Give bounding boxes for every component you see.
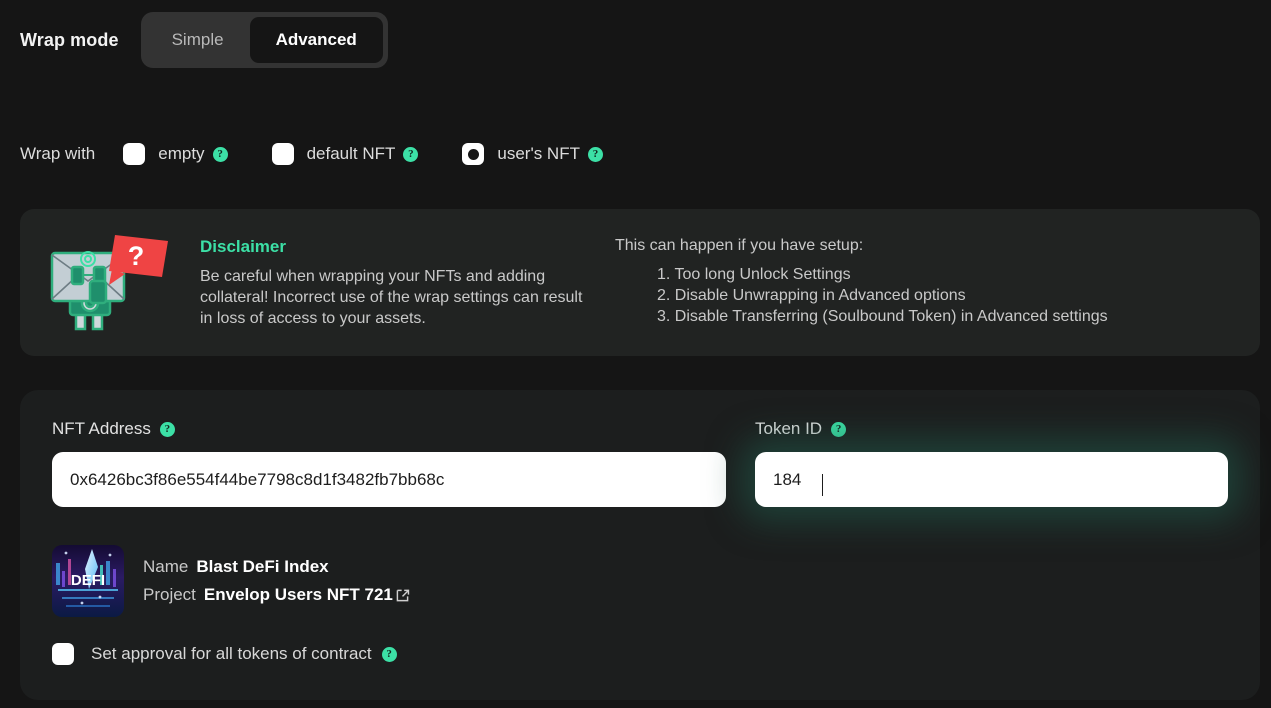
nft-thumb-caption: DEFI bbox=[71, 572, 105, 589]
wrap-with-radio-default-nft[interactable] bbox=[271, 143, 294, 165]
wrap-with-radio-users-nft[interactable] bbox=[462, 143, 485, 165]
nft-address-label: NFT Address bbox=[52, 419, 151, 438]
disclaimer-setup-list: 1. Too long Unlock Settings 2. Disable U… bbox=[615, 264, 1260, 327]
text-cursor bbox=[822, 474, 823, 496]
disclaimer-setup-intro: This can happen if you have setup: bbox=[615, 237, 864, 254]
nft-name-line: Name Blast DeFi Index bbox=[143, 553, 411, 581]
help-icon-set-approval[interactable]: ? bbox=[381, 646, 397, 662]
svg-text:?: ? bbox=[128, 241, 145, 271]
radio-dot bbox=[467, 148, 479, 160]
set-approval-row[interactable]: Set approval for all tokens of contract … bbox=[52, 643, 397, 665]
wrap-with-label-empty: empty bbox=[158, 144, 205, 163]
wrap-with-label-users-nft: user's NFT bbox=[497, 144, 580, 163]
nft-address-block: NFT Address ? bbox=[52, 419, 726, 507]
list-item: 2. Disable Unwrapping in Advanced option… bbox=[657, 287, 966, 304]
wrap-with-label-default-nft: default NFT bbox=[306, 144, 396, 163]
envelope-robot-question-icon: ? bbox=[50, 234, 168, 330]
wrap-with-row: Wrap with empty ? default NFT ? user's N… bbox=[20, 143, 603, 165]
nft-project-value: Envelop Users NFT 721 bbox=[203, 585, 393, 604]
wrap-with-label: Wrap with bbox=[20, 144, 96, 163]
nft-meta: Name Blast DeFi Index Project Envelop Us… bbox=[143, 553, 411, 609]
set-approval-checkbox[interactable] bbox=[52, 643, 74, 665]
token-id-label-row: Token ID ? bbox=[755, 419, 1228, 439]
wrap-mode-option-simple[interactable]: Simple bbox=[146, 17, 250, 63]
disclaimer-text-column: Disclaimer Be careful when wrapping your… bbox=[200, 209, 595, 329]
token-id-label: Token ID bbox=[755, 419, 823, 438]
help-icon-nft-address[interactable]: ? bbox=[159, 421, 175, 437]
wrap-with-option-empty[interactable]: empty ? bbox=[123, 143, 228, 165]
list-item: 3. Disable Transferring (Soulbound Token… bbox=[657, 308, 1108, 325]
nft-thumbnail: DEFI bbox=[52, 545, 124, 617]
nft-project-line: Project Envelop Users NFT 721 bbox=[143, 581, 411, 609]
disclaimer-body: Be careful when wrapping your NFTs and a… bbox=[200, 268, 583, 327]
disclaimer-panel: ? Disclaimer Be careful when wrapping yo… bbox=[20, 209, 1260, 356]
wrap-mode-label: Wrap mode bbox=[20, 29, 119, 50]
disclaimer-setup-column: This can happen if you have setup: 1. To… bbox=[595, 209, 1260, 327]
nft-project-key: Project bbox=[143, 585, 196, 604]
nft-address-input[interactable] bbox=[52, 452, 726, 507]
help-icon-empty[interactable]: ? bbox=[212, 146, 228, 162]
wrap-mode-option-advanced[interactable]: Advanced bbox=[249, 17, 383, 63]
token-id-input[interactable] bbox=[755, 452, 1228, 507]
nft-preview-row: DEFI Name Blast DeFi Index Project Envel… bbox=[52, 545, 411, 617]
help-icon-users-nft[interactable]: ? bbox=[587, 146, 603, 162]
wrap-mode-row: Wrap mode Simple Advanced bbox=[20, 12, 388, 68]
disclaimer-title: Disclaimer bbox=[200, 237, 286, 256]
wrap-mode-toggle-group[interactable]: Simple Advanced bbox=[140, 12, 388, 68]
nft-address-label-row: NFT Address ? bbox=[52, 419, 726, 439]
wrap-with-option-default-nft[interactable]: default NFT ? bbox=[271, 143, 419, 165]
help-icon-token-id[interactable]: ? bbox=[831, 421, 847, 437]
nft-name-key: Name bbox=[143, 557, 189, 576]
wrap-settings-page: Wrap mode Simple Advanced Wrap with empt… bbox=[0, 0, 1271, 708]
help-icon-default-nft[interactable]: ? bbox=[403, 146, 419, 162]
nft-selection-card: NFT Address ? Token ID ? bbox=[20, 390, 1260, 700]
nft-name-value: Blast DeFi Index bbox=[196, 557, 329, 576]
mascot-illustration-wrap: ? bbox=[20, 209, 200, 356]
wrap-with-radio-empty[interactable] bbox=[123, 143, 146, 165]
external-link-icon[interactable] bbox=[394, 587, 411, 604]
set-approval-label: Set approval for all tokens of contract bbox=[91, 644, 372, 663]
wrap-with-option-users-nft[interactable]: user's NFT ? bbox=[462, 143, 603, 165]
token-id-block: Token ID ? bbox=[755, 419, 1228, 507]
list-item: 1. Too long Unlock Settings bbox=[657, 266, 851, 283]
